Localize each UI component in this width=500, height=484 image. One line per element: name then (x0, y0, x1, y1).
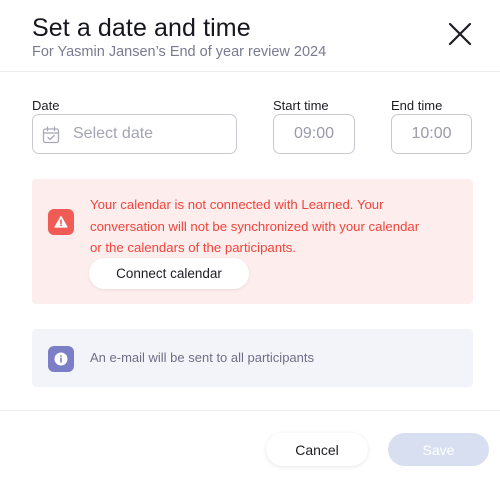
date-field[interactable] (32, 114, 237, 154)
save-button[interactable]: Save (388, 433, 489, 466)
email-info-banner: An e-mail will be sent to all participan… (32, 329, 473, 387)
dialog-title: Set a date and time (32, 14, 251, 42)
info-circle-icon (48, 346, 74, 372)
dialog-header: Set a date and time For Yasmin Jansen’s … (0, 0, 500, 72)
footer-divider (0, 410, 500, 411)
start-time-input[interactable] (274, 115, 354, 153)
info-message: An e-mail will be sent to all participan… (90, 350, 314, 365)
cancel-button[interactable]: Cancel (266, 433, 368, 466)
warning-line: Your calendar is not connected with Lear… (90, 197, 384, 212)
end-time-field[interactable] (391, 114, 472, 154)
warning-line: or the calendars of the participants. (90, 240, 296, 255)
end-time-input[interactable] (392, 115, 471, 153)
close-button[interactable] (446, 20, 474, 48)
start-time-field[interactable] (273, 114, 355, 154)
date-input[interactable] (33, 115, 236, 153)
date-label: Date (32, 98, 60, 113)
schedule-dialog: Set a date and time For Yasmin Jansen’s … (0, 0, 500, 484)
connect-calendar-button[interactable]: Connect calendar (89, 258, 249, 289)
end-time-label: End time (391, 98, 443, 113)
calendar-warning-banner: Your calendar is not connected with Lear… (32, 179, 473, 304)
warning-line: conversation will not be synchronized wi… (90, 218, 420, 234)
dialog-subtitle: For Yasmin Jansen’s End of year review 2… (32, 44, 327, 60)
calendar-icon (42, 126, 60, 144)
warning-triangle-icon (48, 209, 74, 235)
warning-message: Your calendar is not connected with Lear… (90, 194, 460, 259)
close-icon (448, 22, 472, 46)
start-time-label: Start time (273, 98, 329, 113)
